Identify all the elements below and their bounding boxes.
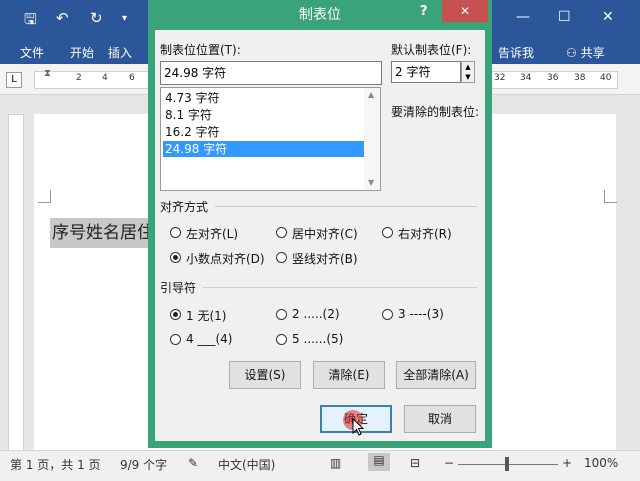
ruler-number: 38	[574, 73, 586, 83]
mouse-cursor-icon	[352, 418, 365, 436]
zoom-slider-thumb[interactable]	[505, 457, 509, 471]
list-item-selected[interactable]: 24.98 字符	[163, 141, 364, 157]
leader-middot-label[interactable]: 5 ......(5)	[292, 332, 343, 346]
divider	[203, 287, 477, 288]
align-center-radio[interactable]	[276, 227, 287, 238]
ruler-number: 36	[547, 73, 559, 83]
margin-mark	[604, 190, 617, 203]
set-button[interactable]: 设置(S)	[229, 361, 301, 389]
list-item[interactable]: 8.1 字符	[163, 107, 364, 123]
tab-home[interactable]: 开始	[70, 44, 94, 61]
clear-button[interactable]: 清除(E)	[313, 361, 385, 389]
close-window-icon[interactable]: ✕	[602, 9, 614, 25]
leader-none-radio[interactable]	[170, 309, 181, 320]
tabs-to-clear-label: 要清除的制表位:	[391, 105, 480, 119]
selected-document-text[interactable]: 序号姓名居住	[50, 218, 160, 248]
leader-none-label[interactable]: 1 无(1)	[186, 307, 226, 324]
align-bar-radio[interactable]	[276, 252, 287, 263]
tab-stop-list[interactable]: 4.73 字符 8.1 字符 16.2 字符 24.98 字符	[160, 87, 381, 191]
leader-dashes-radio[interactable]	[382, 309, 393, 320]
leader-dashes-label[interactable]: 3 ----(3)	[398, 307, 444, 321]
align-left-radio[interactable]	[170, 227, 181, 238]
tab-position-input[interactable]: 24.98 字符	[160, 61, 382, 85]
share-label: 共享	[580, 46, 605, 60]
page-count[interactable]: 第 1 页，共 1 页	[10, 456, 101, 473]
web-layout-icon[interactable]: ⊟	[410, 456, 420, 470]
person-icon: ⚇	[566, 46, 577, 60]
default-tab-input[interactable]: 2 字符	[391, 61, 461, 83]
ruler-number: 34	[520, 73, 532, 83]
dialog-title: 制表位	[299, 7, 341, 23]
margin-mark	[38, 190, 51, 203]
zoom-out-button[interactable]: −	[444, 456, 454, 470]
align-bar-label[interactable]: 竖线对齐(B)	[292, 250, 358, 267]
tab-selector[interactable]: L	[6, 72, 22, 88]
stepper-down-icon[interactable]: ▼	[462, 72, 474, 82]
default-tab-stepper[interactable]: ▲ ▼	[461, 61, 475, 83]
align-left-label[interactable]: 左对齐(L)	[186, 225, 238, 242]
language-indicator[interactable]: 中文(中国)	[218, 456, 275, 473]
customize-qa-icon[interactable]: ▾	[122, 13, 127, 24]
align-center-label[interactable]: 居中对齐(C)	[292, 225, 358, 242]
maximize-icon[interactable]: ☐	[558, 9, 571, 25]
word-count[interactable]: 9/9 个字	[120, 456, 167, 473]
proofing-icon[interactable]: ✎	[188, 456, 198, 470]
tell-me[interactable]: 告诉我	[498, 44, 534, 61]
ruler-number: 6	[129, 73, 135, 83]
align-decimal-radio[interactable]	[170, 252, 181, 263]
leader-underline-radio[interactable]	[170, 334, 181, 345]
undo-icon[interactable]: ↶	[56, 9, 69, 27]
share-button[interactable]: ⚇ 共享	[566, 44, 605, 61]
ruler-number: 40	[600, 73, 612, 83]
tab-file[interactable]: 文件	[20, 44, 44, 61]
tab-insert[interactable]: 插入	[108, 44, 132, 61]
help-icon[interactable]: ?	[420, 4, 428, 19]
alignment-group-title: 对齐方式	[160, 200, 209, 214]
ruler-number: 2	[76, 73, 82, 83]
minimize-icon[interactable]: —	[516, 9, 530, 25]
leader-dots-label[interactable]: 2 .....(2)	[292, 307, 340, 321]
indent-marker-icon[interactable]: ⧗	[44, 68, 51, 79]
align-right-radio[interactable]	[382, 227, 393, 238]
redo-icon[interactable]: ↻	[90, 9, 103, 27]
ruler-number: 32	[494, 73, 506, 83]
print-layout-icon[interactable]: ▤	[368, 453, 390, 471]
leader-middot-radio[interactable]	[276, 334, 287, 345]
cancel-button[interactable]: 取消	[404, 405, 476, 433]
list-scrollbar[interactable]	[364, 88, 380, 190]
scroll-up-icon[interactable]: ▲	[368, 90, 374, 99]
zoom-in-button[interactable]: +	[562, 456, 572, 470]
stepper-up-icon[interactable]: ▲	[462, 62, 474, 72]
read-mode-icon[interactable]: ▥	[330, 456, 341, 470]
leader-underline-label[interactable]: 4 ___(4)	[186, 332, 232, 346]
leader-group-title: 引导符	[160, 281, 197, 295]
list-item[interactable]: 4.73 字符	[163, 90, 364, 106]
align-decimal-label[interactable]: 小数点对齐(D)	[186, 250, 265, 267]
ruler-number: 4	[102, 73, 108, 83]
zoom-level[interactable]: 100%	[584, 456, 618, 470]
default-tab-label: 默认制表位(F):	[391, 43, 472, 57]
align-right-label[interactable]: 右对齐(R)	[398, 225, 452, 242]
save-icon[interactable]: 🖫	[24, 9, 37, 34]
clear-all-button[interactable]: 全部清除(A)	[396, 361, 476, 389]
divider	[215, 206, 477, 207]
scroll-down-icon[interactable]: ▼	[368, 178, 374, 187]
leader-dots-radio[interactable]	[276, 309, 287, 320]
dialog-close-icon[interactable]: ✕	[442, 0, 488, 22]
list-item[interactable]: 16.2 字符	[163, 124, 364, 140]
tab-position-label: 制表位位置(T):	[160, 43, 241, 57]
vertical-ruler	[8, 114, 24, 452]
